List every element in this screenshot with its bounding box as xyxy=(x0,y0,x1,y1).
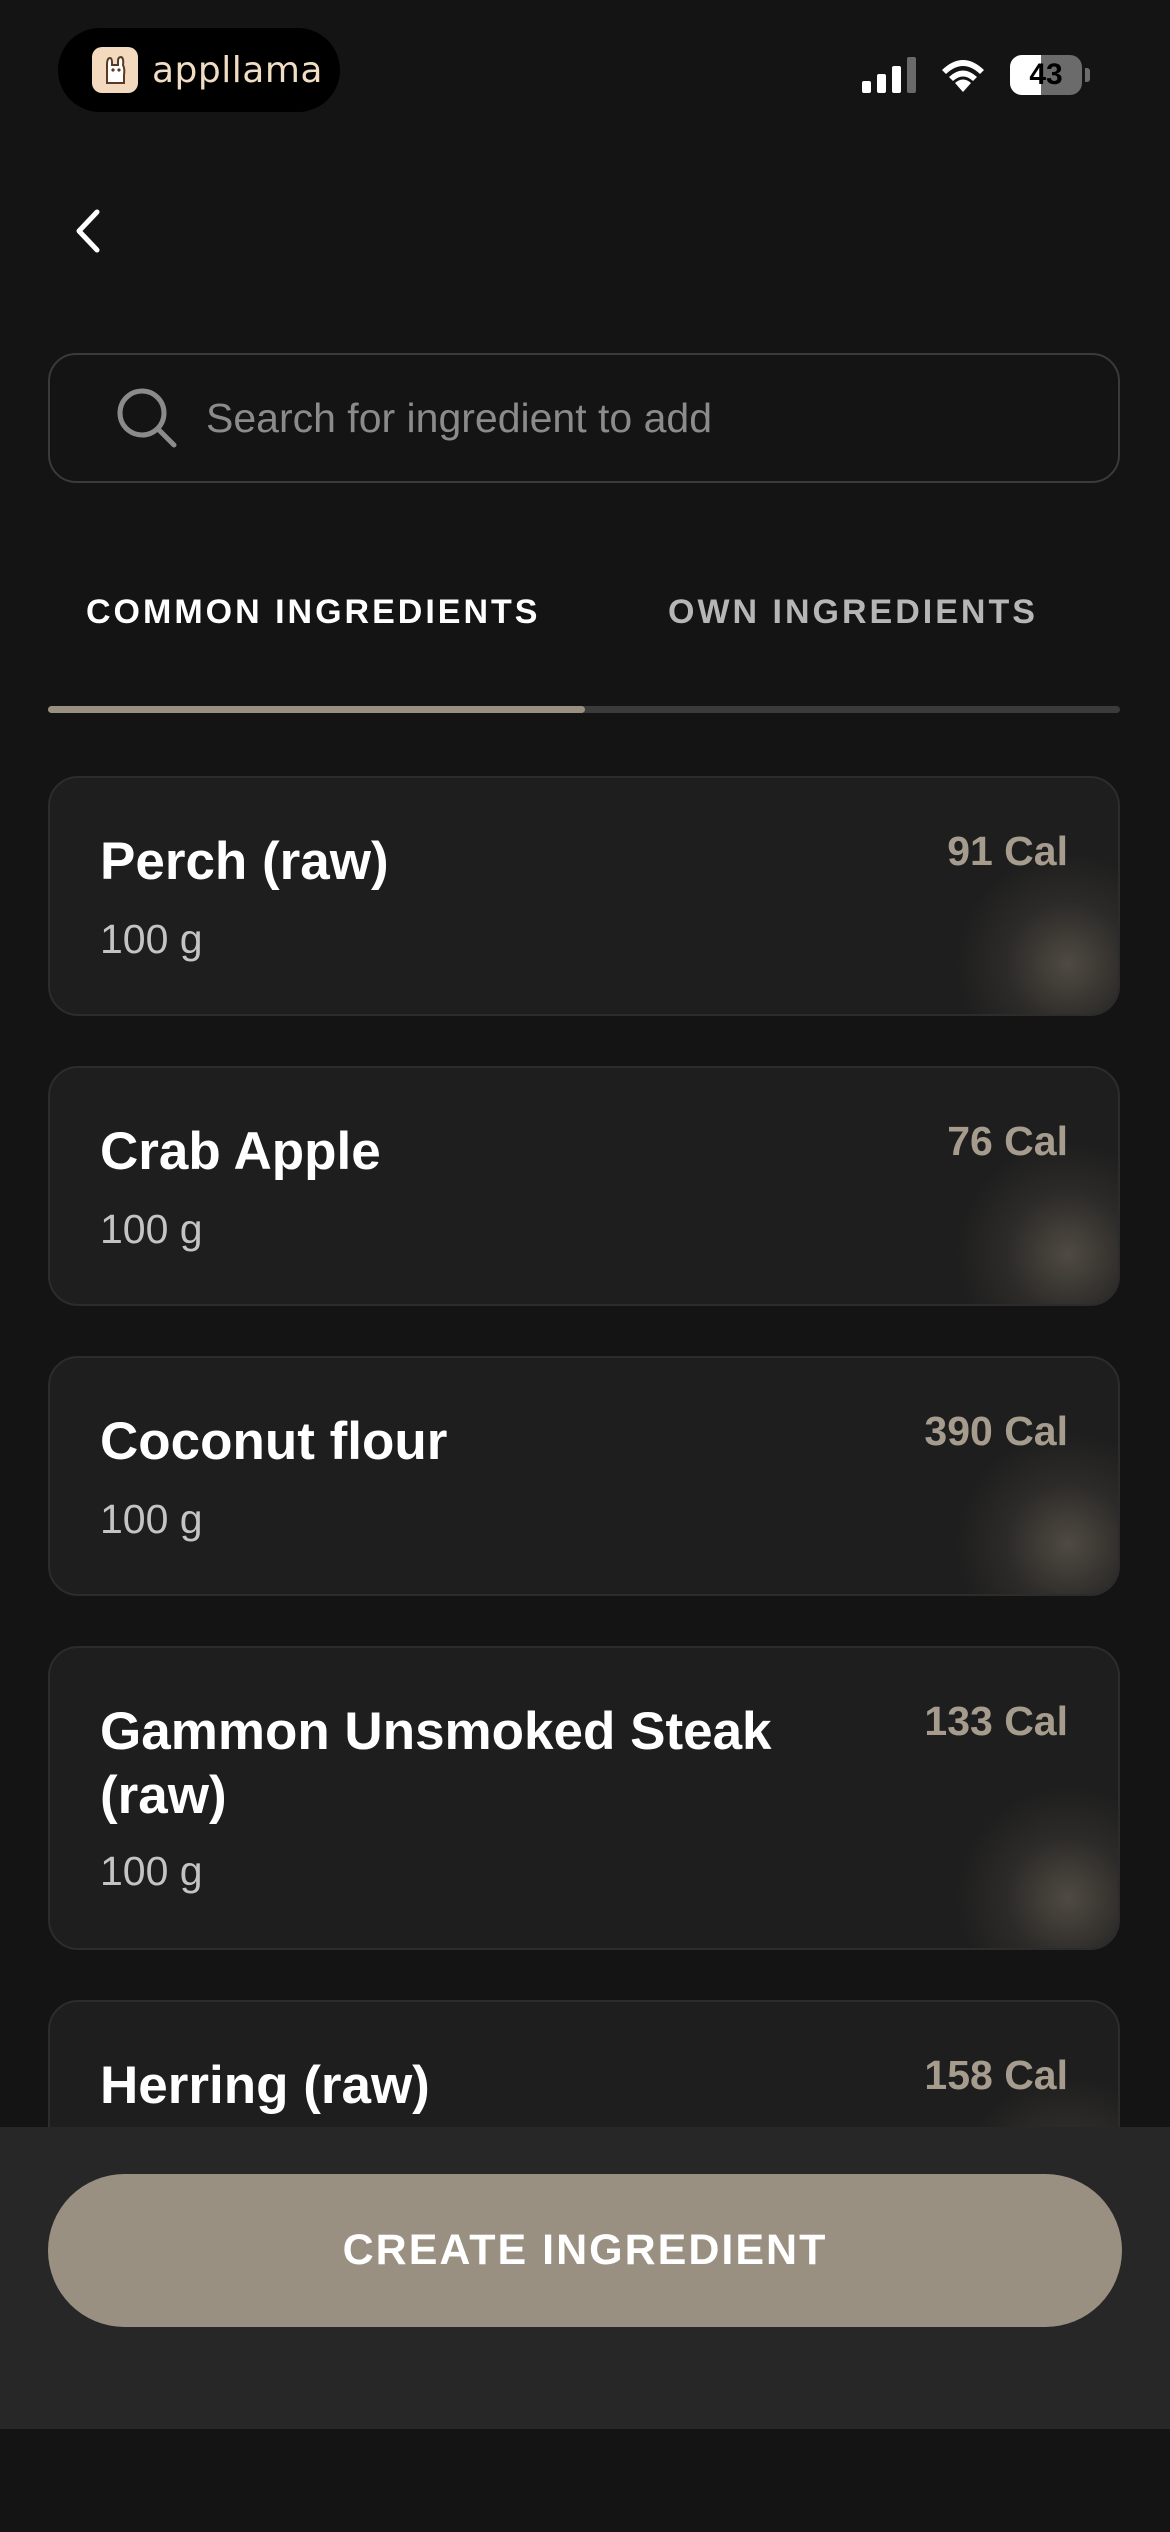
chevron-left-icon xyxy=(76,209,100,253)
ingredient-list: Perch (raw) 100 g 91 Cal Crab Apple 100 … xyxy=(48,776,1120,2290)
ingredient-calories: 158 Cal xyxy=(924,2052,1068,2098)
app-status-pill: appllama xyxy=(58,28,340,112)
ingredient-calories: 91 Cal xyxy=(947,828,1068,874)
ingredient-quantity: 100 g xyxy=(100,1496,203,1542)
ingredient-name: Crab Apple xyxy=(100,1122,381,1181)
back-button[interactable] xyxy=(58,196,118,266)
ingredient-name: Herring (raw) xyxy=(100,2056,430,2115)
ingredient-tabs: COMMON INGREDIENTS OWN INGREDIENTS xyxy=(48,570,1120,715)
tab-own-ingredients[interactable]: OWN INGREDIENTS xyxy=(668,570,1038,655)
app-logo-icon xyxy=(92,47,138,93)
ingredient-card[interactable]: Gammon Unsmoked Steak (raw) 100 g 133 Ca… xyxy=(48,1646,1120,1950)
tab-track xyxy=(48,706,1120,713)
tab-common-ingredients[interactable]: COMMON INGREDIENTS xyxy=(86,570,540,655)
create-ingredient-button[interactable]: CREATE INGREDIENT xyxy=(48,2174,1122,2327)
ingredient-name: Coconut flour xyxy=(100,1412,448,1471)
signal-icon xyxy=(862,57,916,93)
system-status: 43 xyxy=(862,52,1090,98)
search-input[interactable] xyxy=(204,393,1118,443)
ingredient-name: Perch (raw) xyxy=(100,832,389,891)
battery-icon: 43 xyxy=(1010,55,1090,95)
ingredient-calories: 76 Cal xyxy=(947,1118,1068,1164)
ingredient-calories: 390 Cal xyxy=(924,1408,1068,1454)
search-icon xyxy=(117,388,177,448)
wifi-icon xyxy=(942,60,984,92)
ingredient-name: Gammon Unsmoked Steak (raw) xyxy=(100,1702,772,1825)
battery-level: 43 xyxy=(1029,58,1063,91)
app-name: appllama xyxy=(152,49,323,91)
ingredient-calories: 133 Cal xyxy=(924,1698,1068,1744)
ingredient-quantity: 100 g xyxy=(100,1848,203,1894)
ingredient-quantity: 100 g xyxy=(100,916,203,962)
ingredient-quantity: 100 g xyxy=(100,1206,203,1252)
ingredient-card[interactable]: Coconut flour 100 g 390 Cal xyxy=(48,1356,1120,1596)
bottom-action-panel: CREATE INGREDIENT xyxy=(0,2127,1170,2429)
search-bar[interactable] xyxy=(48,353,1120,483)
ingredient-card[interactable]: Crab Apple 100 g 76 Cal xyxy=(48,1066,1120,1306)
active-tab-indicator xyxy=(48,706,585,713)
ingredient-card[interactable]: Perch (raw) 100 g 91 Cal xyxy=(48,776,1120,1016)
